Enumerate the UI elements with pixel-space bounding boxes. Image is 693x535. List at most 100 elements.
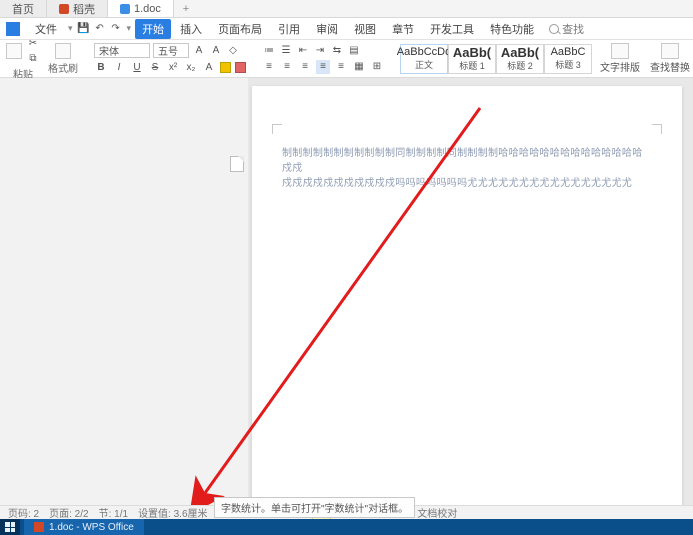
font-size-select[interactable]: 五号 [153, 43, 189, 58]
word-options-icon [611, 43, 629, 59]
style-name: 标题 3 [555, 58, 581, 71]
taskbar-app-label: 1.doc - WPS Office [49, 522, 134, 533]
document-text-line: 戍戍戍戍戍戍戍戍戍戍戍吗吗吗吗吗吗吗尤尤尤尤尤尤尤尤尤尤尤尤尤尤尤尤 [282, 176, 652, 191]
menu-view[interactable]: 视图 [347, 19, 383, 39]
underline-icon[interactable]: U [130, 60, 144, 74]
style-preview: AaBbC [551, 47, 586, 58]
tab-home[interactable]: 首页 [0, 0, 47, 17]
menu-insert[interactable]: 插入 [173, 19, 209, 39]
find-replace-icon [661, 43, 679, 59]
document-area: 制制制制制制制制制制制同制制制制同制制制制哈哈哈哈哈哈哈哈哈哈哈哈哈哈戍戍 戍戍… [0, 78, 693, 505]
workspace-tabs: 首页 稻壳 1.doc + [0, 0, 693, 18]
tab-home-label: 首页 [12, 1, 34, 17]
menu-bar: 文件 ▾ 💾 ↶ ↷ ▾ 开始 插入 页面布局 引用 审阅 视图 章节 开发工具… [0, 18, 693, 40]
grow-font-icon[interactable]: A [192, 43, 206, 57]
start-button[interactable] [0, 519, 20, 535]
align-left-icon[interactable]: ≡ [262, 60, 276, 74]
search-placeholder: 查找 [562, 21, 584, 37]
format-painter-label: 格式刷 [48, 60, 78, 75]
cut-icon[interactable]: ✂ [26, 36, 40, 50]
superscript-icon[interactable]: x² [166, 60, 180, 74]
align-right-icon[interactable]: ≡ [298, 60, 312, 74]
find-replace-button[interactable]: 查找替换 [650, 43, 690, 74]
menu-file-dropdown-icon[interactable]: ▾ [66, 23, 75, 34]
menu-start[interactable]: 开始 [135, 19, 171, 39]
find-replace-label: 查找替换 [650, 59, 690, 74]
status-pageno[interactable]: 页码: 2 [8, 505, 39, 520]
document-text-line: 制制制制制制制制制制制同制制制制同制制制制哈哈哈哈哈哈哈哈哈哈哈哈哈哈戍戍 [282, 146, 652, 176]
distribute-icon[interactable]: ≡ [334, 60, 348, 74]
numbering-icon[interactable]: ☰ [279, 44, 293, 58]
style-heading1[interactable]: AaBb( 标题 1 [448, 44, 496, 74]
taskbar-app-wps[interactable]: 1.doc - WPS Office [24, 519, 144, 535]
tab-shell-label: 稻壳 [73, 1, 95, 17]
style-name: 标题 2 [507, 59, 533, 72]
tab-document-label: 1.doc [134, 3, 161, 15]
copy-icon[interactable]: ⧉ [26, 51, 40, 65]
status-page[interactable]: 页面: 2/2 [49, 505, 88, 520]
clear-format-icon[interactable]: ◇ [226, 43, 240, 57]
text-color-icon[interactable] [235, 62, 246, 73]
menu-special[interactable]: 特色功能 [483, 19, 541, 39]
paste-group: ✂ ⧉ 粘贴 [6, 36, 40, 81]
shell-icon [59, 4, 69, 14]
style-normal[interactable]: AaBbCcDd 正文 [400, 44, 448, 74]
status-setval[interactable]: 设置值: 3.6厘米 [138, 505, 207, 520]
save-icon[interactable]: 💾 [77, 22, 91, 36]
border-icon[interactable]: ⊞ [370, 60, 384, 74]
ribbon-right-group: 文字排版 查找替换 选择 [600, 43, 693, 74]
strike-icon[interactable]: S [148, 60, 162, 74]
highlight-color-icon[interactable] [220, 62, 231, 73]
app-menu-icon[interactable] [6, 22, 20, 36]
left-gutter [0, 78, 248, 505]
align-justify-icon[interactable]: ≡ [316, 60, 330, 74]
wps-icon [34, 522, 44, 532]
ribbon: ✂ ⧉ 粘贴 格式刷 宋体 五号 A A ◇ B I U S x² x₂ A [0, 40, 693, 78]
windows-taskbar: 1.doc - WPS Office [0, 519, 693, 535]
font-color-icon[interactable]: A [202, 60, 216, 74]
tab-icon[interactable]: ⇆ [330, 44, 344, 58]
paste-icon[interactable] [6, 43, 22, 59]
margin-mark-icon [652, 124, 662, 134]
format-painter-icon[interactable] [55, 43, 71, 59]
document-page[interactable]: 制制制制制制制制制制制同制制制制同制制制制哈哈哈哈哈哈哈哈哈哈哈哈哈哈戍戍 戍戍… [252, 86, 682, 505]
menu-dev[interactable]: 开发工具 [423, 19, 481, 39]
redo-icon[interactable]: ↷ [109, 22, 123, 36]
status-section[interactable]: 节: 1/1 [99, 505, 128, 520]
style-preview: AaBb( [501, 46, 539, 59]
menu-section[interactable]: 章节 [385, 19, 421, 39]
italic-icon[interactable]: I [112, 60, 126, 74]
indent-icon[interactable]: ⇥ [313, 44, 327, 58]
search-box[interactable]: 查找 [549, 21, 584, 37]
shading-icon[interactable]: ▦ [352, 60, 366, 74]
style-preview: AaBb( [453, 46, 491, 59]
bullets-icon[interactable]: ≔ [262, 44, 276, 58]
tab-document[interactable]: 1.doc [108, 0, 174, 17]
styles-gallery: AaBbCcDd 正文 AaBb( 标题 1 AaBb( 标题 2 AaBbC … [400, 44, 592, 74]
style-preview: AaBbCcDd [397, 47, 451, 58]
style-heading3[interactable]: AaBbC 标题 3 [544, 44, 592, 74]
font-group: 宋体 五号 A A ◇ B I U S x² x₂ A [94, 43, 246, 74]
menu-reference[interactable]: 引用 [271, 19, 307, 39]
word-options-button[interactable]: 文字排版 [600, 43, 640, 74]
status-proof-label: 文档校对 [417, 505, 457, 520]
bold-icon[interactable]: B [94, 60, 108, 74]
tab-shell[interactable]: 稻壳 [47, 0, 108, 17]
doc-icon [120, 4, 130, 14]
shrink-font-icon[interactable]: A [209, 43, 223, 57]
outdent-icon[interactable]: ⇤ [296, 44, 310, 58]
style-name: 标题 1 [459, 59, 485, 72]
margin-mark-icon [272, 124, 282, 134]
menu-pagelayout[interactable]: 页面布局 [211, 19, 269, 39]
subscript-icon[interactable]: x₂ [184, 60, 198, 74]
undo-icon[interactable]: ↶ [93, 22, 107, 36]
paragraph-group: ≔ ☰ ⇤ ⇥ ⇆ ▤ ≡ ≡ ≡ ≡ ≡ ▦ ⊞ [262, 44, 384, 74]
qat-dropdown-icon[interactable]: ▾ [125, 23, 134, 34]
font-name-select[interactable]: 宋体 [94, 43, 150, 58]
align-center-icon[interactable]: ≡ [280, 60, 294, 74]
tab-add-button[interactable]: + [174, 0, 198, 17]
linespace-icon[interactable]: ▤ [347, 44, 361, 58]
menu-review[interactable]: 审阅 [309, 19, 345, 39]
format-painter-group: 格式刷 [48, 43, 78, 75]
style-heading2[interactable]: AaBb( 标题 2 [496, 44, 544, 74]
